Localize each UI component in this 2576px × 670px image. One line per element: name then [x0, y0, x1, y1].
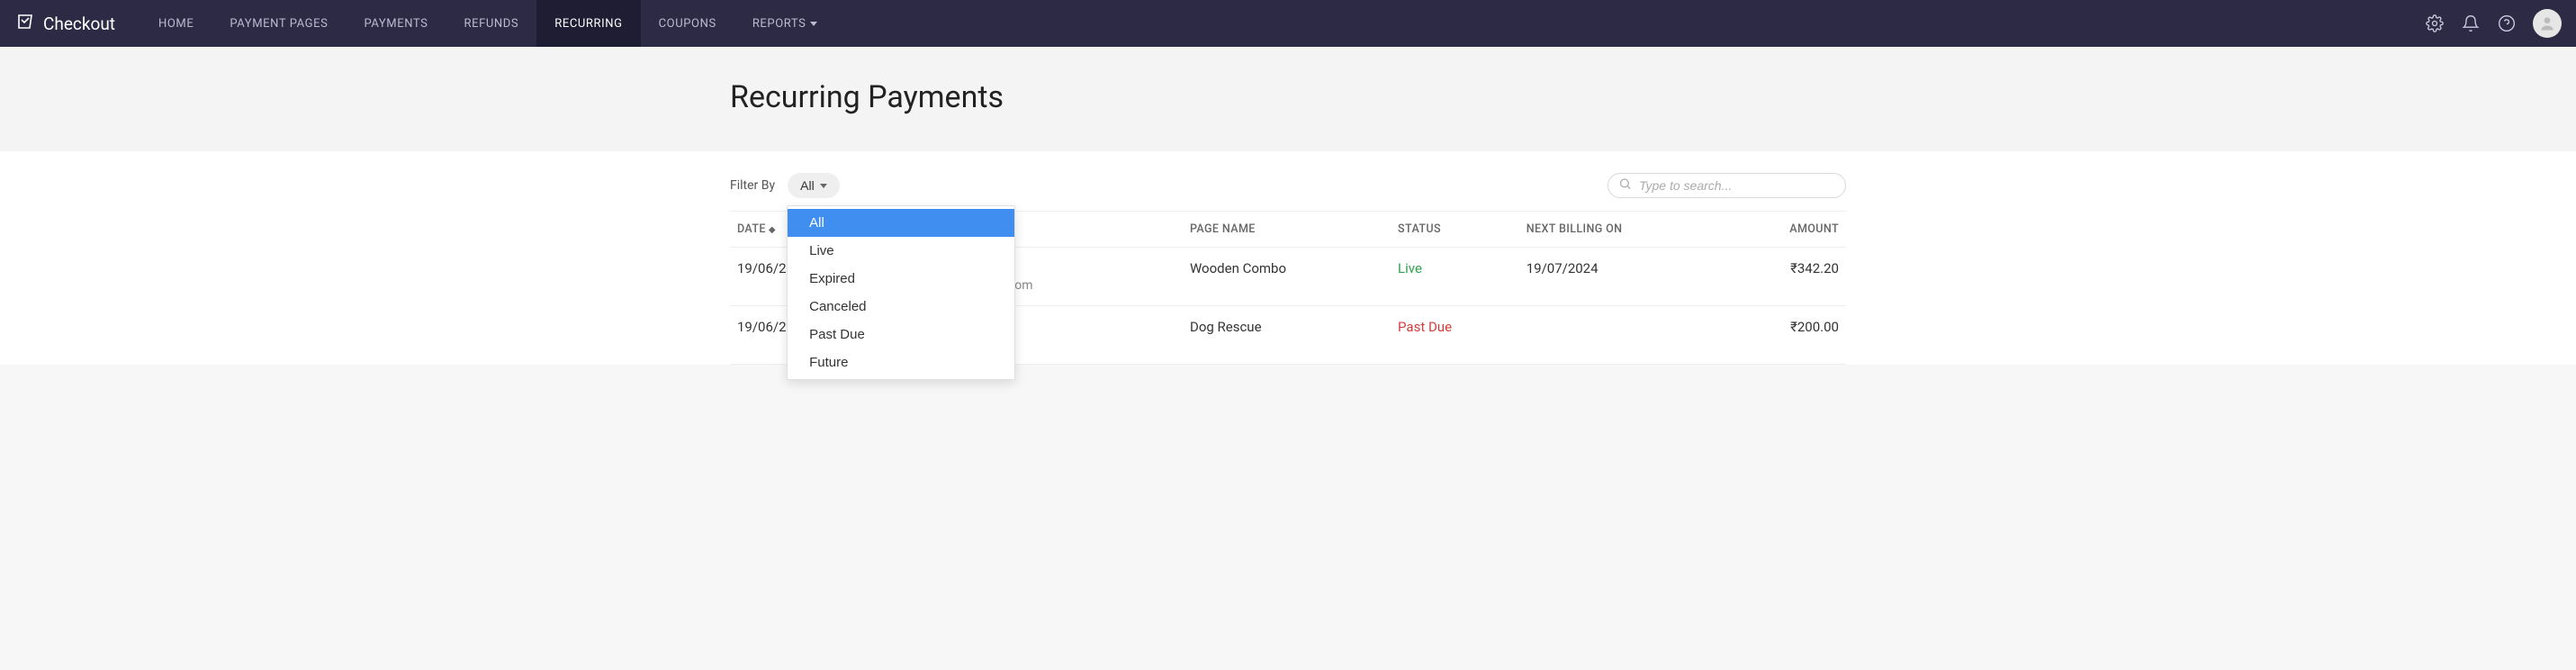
filter-option-expired[interactable]: Expired: [788, 265, 1014, 293]
help-icon[interactable]: [2497, 14, 2517, 33]
nav-coupons[interactable]: COUPONS: [641, 0, 734, 47]
chevron-down-icon: [820, 184, 827, 188]
nav-recurring[interactable]: RECURRING: [536, 0, 640, 47]
nav-refunds[interactable]: REFUNDS: [446, 0, 536, 47]
status-badge: Past Due: [1398, 319, 1452, 335]
page-title: Recurring Payments: [730, 79, 1846, 115]
nav-items: HOME PAYMENT PAGES PAYMENTS REFUNDS RECU…: [140, 0, 835, 47]
cell-next: [1519, 306, 1726, 365]
filter-label: Filter By: [730, 178, 775, 193]
settings-icon[interactable]: [2425, 14, 2445, 33]
cell-next: 19/07/2024: [1519, 248, 1726, 306]
cell-amount: ₹200.00: [1726, 306, 1846, 365]
nav-payments[interactable]: PAYMENTS: [346, 0, 446, 47]
avatar[interactable]: [2533, 9, 2562, 38]
bell-icon[interactable]: [2461, 14, 2481, 33]
cell-page: Wooden Combo: [1183, 248, 1391, 306]
nav-home[interactable]: HOME: [140, 0, 212, 47]
status-badge: Live: [1398, 260, 1422, 276]
brand-text: Checkout: [43, 14, 115, 34]
filter-option-past-due[interactable]: Past Due: [788, 321, 1014, 349]
cell-status: Past Due: [1391, 306, 1519, 365]
filter-option-future[interactable]: Future: [788, 349, 1014, 376]
filter-button[interactable]: All All Live Expired Canceled Past Due F…: [788, 173, 840, 198]
sort-icon: ◆: [769, 225, 776, 235]
search-input[interactable]: [1608, 173, 1846, 198]
filter-dropdown: All Live Expired Canceled Past Due Futur…: [787, 205, 1015, 380]
filter-selected: All: [800, 178, 815, 193]
filter-option-canceled[interactable]: Canceled: [788, 293, 1014, 321]
filter-option-all[interactable]: All: [788, 209, 1014, 237]
page-header: Recurring Payments: [0, 47, 2576, 151]
checkout-logo-icon: [14, 13, 36, 34]
toolbar: Filter By All All Live Expired Canceled …: [730, 173, 1846, 198]
col-status[interactable]: STATUS: [1391, 212, 1519, 248]
col-amount[interactable]: AMOUNT: [1726, 212, 1846, 248]
cell-status: Live: [1391, 248, 1519, 306]
nav-right: [2425, 9, 2562, 38]
chevron-down-icon: [810, 22, 817, 26]
search-icon: [1618, 177, 1632, 195]
top-navbar: Checkout HOME PAYMENT PAGES PAYMENTS REF…: [0, 0, 2576, 47]
search-wrap: [1608, 173, 1846, 198]
content: Filter By All All Live Expired Canceled …: [0, 151, 2576, 365]
col-page[interactable]: PAGE NAME: [1183, 212, 1391, 248]
brand[interactable]: Checkout: [14, 13, 115, 34]
nav-payment-pages[interactable]: PAYMENT PAGES: [212, 0, 346, 47]
nav-reports[interactable]: REPORTS: [734, 0, 836, 47]
cell-amount: ₹342.20: [1726, 248, 1846, 306]
cell-page: Dog Rescue: [1183, 306, 1391, 365]
col-next[interactable]: NEXT BILLING ON: [1519, 212, 1726, 248]
filter-option-live[interactable]: Live: [788, 237, 1014, 265]
